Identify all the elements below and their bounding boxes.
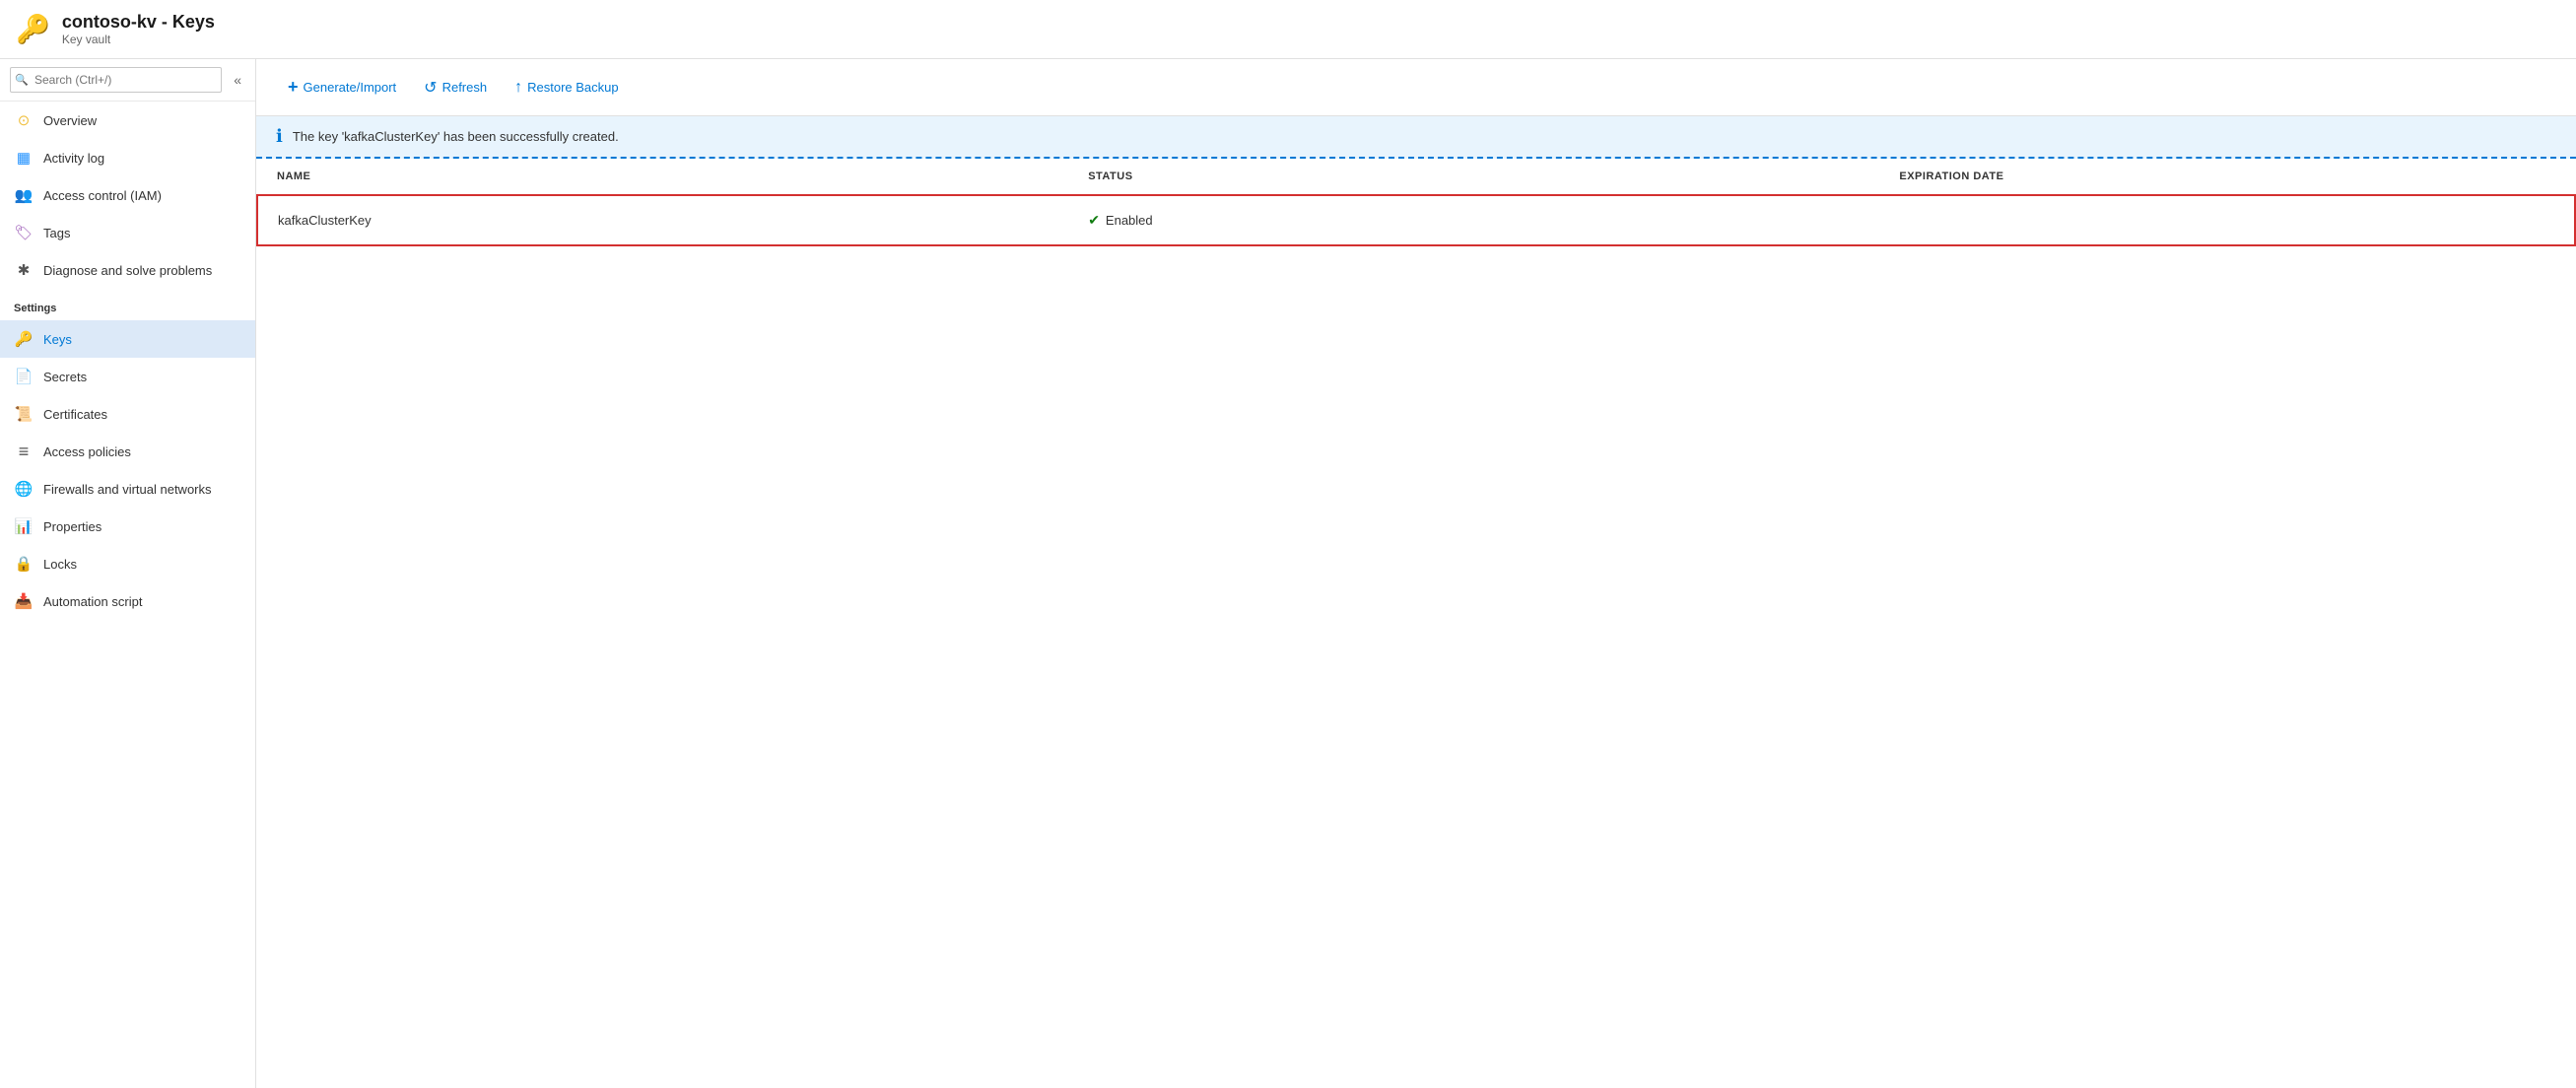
sidebar-search-area: « xyxy=(0,59,255,102)
sidebar-item-activity-log[interactable]: ▦ Activity log xyxy=(0,139,255,176)
page-subtitle: Key vault xyxy=(62,33,215,46)
sidebar-item-label: Activity log xyxy=(43,151,104,166)
collapse-button[interactable]: « xyxy=(230,70,245,90)
notification-message: The key 'kafkaClusterKey' has been succe… xyxy=(293,129,619,144)
sidebar-item-label: Automation script xyxy=(43,594,142,609)
diagnose-icon: ✱ xyxy=(14,260,34,280)
sidebar-item-locks[interactable]: 🔒 Locks xyxy=(0,545,255,582)
key-status-cell: ✔ Enabled xyxy=(1068,195,1879,245)
properties-icon: 📊 xyxy=(14,516,34,536)
sidebar-item-label: Keys xyxy=(43,332,72,347)
sidebar-item-label: Access control (IAM) xyxy=(43,188,162,203)
overview-icon: ⊙ xyxy=(14,110,34,130)
sidebar-item-certificates[interactable]: 📜 Certificates xyxy=(0,395,255,433)
status-label: Enabled xyxy=(1106,213,1153,228)
generate-import-button[interactable]: + Generate/Import xyxy=(276,71,408,103)
sidebar: « ⊙ Overview ▦ Activity log 👥 Access con… xyxy=(0,59,256,1088)
refresh-label: Refresh xyxy=(442,80,488,95)
sidebar-item-automation[interactable]: 📥 Automation script xyxy=(0,582,255,620)
keys-table-container: NAME STATUS EXPIRATION DATE kafkaCluster… xyxy=(256,159,2576,1088)
sidebar-item-label: Diagnose and solve problems xyxy=(43,263,212,278)
certificates-icon: 📜 xyxy=(14,404,34,424)
sidebar-item-label: Tags xyxy=(43,226,70,240)
settings-section-label: Settings xyxy=(0,289,255,320)
sidebar-item-diagnose[interactable]: ✱ Diagnose and solve problems xyxy=(0,251,255,289)
sidebar-item-label: Firewalls and virtual networks xyxy=(43,482,212,497)
checkmark-icon: ✔ xyxy=(1088,212,1100,229)
search-wrap xyxy=(10,67,222,93)
main-content: + Generate/Import ↺ Refresh ↑ Restore Ba… xyxy=(256,59,2576,1088)
key-vault-icon: 🔑 xyxy=(16,13,50,45)
sidebar-item-label: Secrets xyxy=(43,370,87,384)
tags-icon: 🏷 xyxy=(14,223,34,242)
activity-log-icon: ▦ xyxy=(14,148,34,168)
sidebar-item-label: Properties xyxy=(43,519,102,534)
table-row[interactable]: kafkaClusterKey ✔ Enabled xyxy=(257,195,2575,245)
sidebar-settings-nav: 🔑 Keys 📄 Secrets 📜 Certificates ≡ Access… xyxy=(0,320,255,620)
firewalls-icon: 🌐 xyxy=(14,479,34,499)
keys-icon: 🔑 xyxy=(14,329,34,349)
col-header-name: NAME xyxy=(257,159,1068,195)
sidebar-item-properties[interactable]: 📊 Properties xyxy=(0,508,255,545)
restore-backup-icon: ↑ xyxy=(514,79,522,97)
sidebar-item-overview[interactable]: ⊙ Overview xyxy=(0,102,255,139)
key-name-cell: kafkaClusterKey xyxy=(257,195,1068,245)
sidebar-item-keys[interactable]: 🔑 Keys xyxy=(0,320,255,358)
locks-icon: 🔒 xyxy=(14,554,34,574)
refresh-icon: ↺ xyxy=(424,78,437,98)
keys-table: NAME STATUS EXPIRATION DATE kafkaCluster… xyxy=(256,159,2576,246)
sidebar-item-label: Access policies xyxy=(43,444,131,459)
refresh-button[interactable]: ↺ Refresh xyxy=(412,72,499,103)
col-header-status: STATUS xyxy=(1068,159,1879,195)
iam-icon: 👥 xyxy=(14,185,34,205)
restore-backup-button[interactable]: ↑ Restore Backup xyxy=(503,73,631,102)
sidebar-item-label: Certificates xyxy=(43,407,107,422)
notification-banner: ℹ The key 'kafkaClusterKey' has been suc… xyxy=(256,116,2576,159)
col-header-expiration: EXPIRATION DATE xyxy=(1879,159,2575,195)
page-header: 🔑 contoso-kv - Keys Key vault xyxy=(0,0,2576,59)
access-policies-icon: ≡ xyxy=(14,442,34,461)
sidebar-item-secrets[interactable]: 📄 Secrets xyxy=(0,358,255,395)
generate-import-icon: + xyxy=(288,77,299,98)
toolbar: + Generate/Import ↺ Refresh ↑ Restore Ba… xyxy=(256,59,2576,116)
key-expiration-cell xyxy=(1879,195,2575,245)
generate-import-label: Generate/Import xyxy=(304,80,397,95)
sidebar-nav: ⊙ Overview ▦ Activity log 👥 Access contr… xyxy=(0,102,255,289)
sidebar-item-label: Locks xyxy=(43,557,77,572)
page-title: contoso-kv - Keys xyxy=(62,12,215,33)
automation-icon: 📥 xyxy=(14,591,34,611)
sidebar-item-firewalls[interactable]: 🌐 Firewalls and virtual networks xyxy=(0,470,255,508)
secrets-icon: 📄 xyxy=(14,367,34,386)
search-input[interactable] xyxy=(10,67,222,93)
info-icon: ℹ xyxy=(276,126,283,147)
status-enabled: ✔ Enabled xyxy=(1088,212,1860,229)
sidebar-item-tags[interactable]: 🏷 Tags xyxy=(0,214,255,251)
sidebar-item-access-control[interactable]: 👥 Access control (IAM) xyxy=(0,176,255,214)
restore-backup-label: Restore Backup xyxy=(527,80,619,95)
sidebar-item-label: Overview xyxy=(43,113,97,128)
sidebar-item-access-policies[interactable]: ≡ Access policies xyxy=(0,433,255,470)
table-header-row: NAME STATUS EXPIRATION DATE xyxy=(257,159,2575,195)
